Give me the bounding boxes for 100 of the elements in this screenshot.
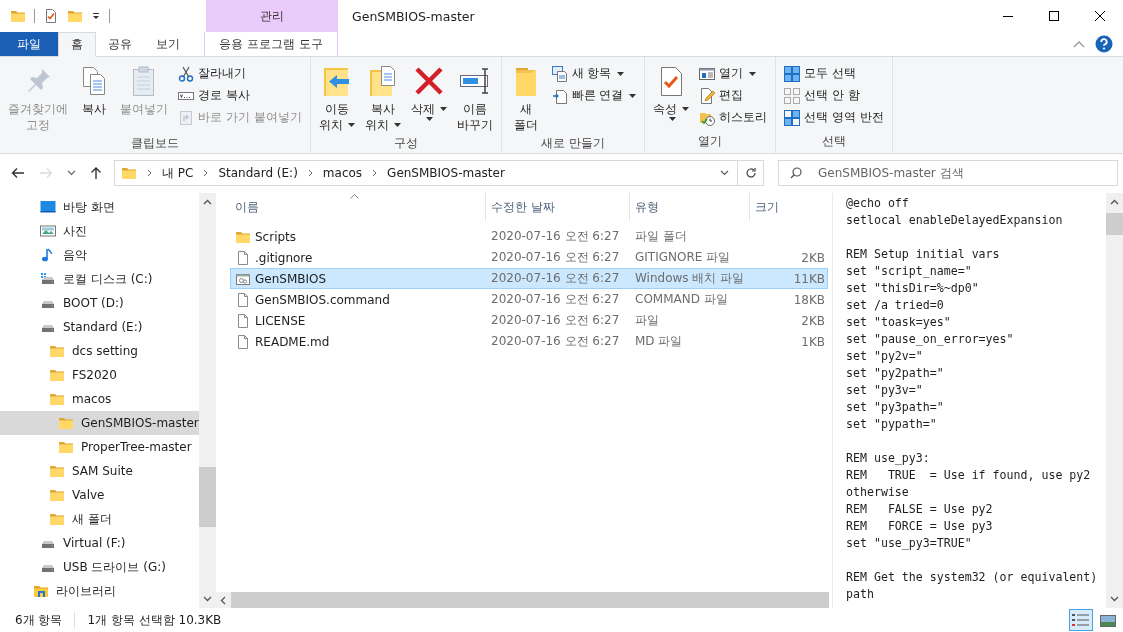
tree-item[interactable]: ProperTree-master <box>0 435 199 459</box>
breadcrumb[interactable]: macos <box>322 166 363 180</box>
file-row[interactable]: Scripts 2020-07-16 오전 6:27 파일 폴더 <box>230 226 828 247</box>
column-header[interactable]: 크기 <box>750 193 828 221</box>
view-button[interactable] <box>1069 609 1093 631</box>
ribbon-button[interactable]: 열기 <box>696 63 771 84</box>
column-header[interactable]: 이름 <box>230 193 486 221</box>
new-item-icon <box>551 65 568 82</box>
code-line: REM FALSE = Use py2 <box>846 501 994 518</box>
table-cell-text: 2020-07-16 오전 6:27 <box>490 312 621 329</box>
search-field[interactable]: GenSMBIOS-master 검색 <box>778 160 1118 186</box>
ribbon-button[interactable]: 이동 위치 <box>315 61 358 135</box>
tree-item[interactable]: Standard (E:) <box>0 315 199 339</box>
table-cell-text: 2KB <box>800 250 826 265</box>
ribbon-button[interactable]: 새 항목 <box>548 63 640 84</box>
tree-item[interactable]: SAM Suite <box>0 459 199 483</box>
ribbon-button[interactable]: 선택 안 함 <box>781 85 888 106</box>
sort-ascending-icon <box>350 194 359 199</box>
tree-item[interactable]: USB 드라이브 (G:) <box>0 555 199 579</box>
code-line: set "py3v=" <box>846 382 924 399</box>
table-cell-text: 2KB <box>800 313 826 328</box>
ribbon-tab[interactable]: 공유 <box>96 32 144 56</box>
ribbon-button[interactable]: 빠른 연결 <box>548 85 640 106</box>
tree-item[interactable]: GenSMBIOS-master <box>0 411 199 435</box>
properties-icon[interactable] <box>43 8 59 24</box>
ribbon-button[interactable]: 삭제 <box>407 61 450 135</box>
table-cell-text: 파일 폴더 <box>634 228 688 245</box>
tree-item[interactable]: 바탕 화면 <box>0 195 199 219</box>
ribbon-button[interactable]: 잘라내기 <box>175 63 305 84</box>
tree-item[interactable]: dcs setting <box>0 339 199 363</box>
tree-item[interactable]: BOOT (D:) <box>0 291 199 315</box>
scroll-left-icon[interactable] <box>220 595 226 605</box>
folder-icon <box>49 487 65 503</box>
ribbon-tab[interactable]: 홈 <box>58 32 96 57</box>
scroll-down-icon[interactable] <box>202 596 212 602</box>
item-count: 6개 항목 <box>0 611 76 629</box>
file-row[interactable]: GenSMBIOS 2020-07-16 오전 6:27 Windows 배치 파일 11KB <box>230 268 828 289</box>
scroll-down-icon[interactable] <box>1110 596 1119 602</box>
file-name: LICENSE <box>255 313 306 328</box>
tree-item[interactable]: 로컬 디스크 (C:) <box>0 267 199 291</box>
scrollbar-thumb[interactable] <box>198 467 216 527</box>
code-line: REM FORCE = Use py3 <box>846 518 994 535</box>
dropdown-icon[interactable] <box>91 11 101 21</box>
ribbon-button[interactable]: 이름 바꾸기 <box>453 61 496 135</box>
ribbon-tab[interactable]: 파일 <box>0 32 58 56</box>
ribbon-button[interactable]: 속성 <box>650 61 693 133</box>
collapse-ribbon-icon[interactable] <box>1073 40 1085 48</box>
scroll-up-icon[interactable] <box>1110 199 1119 205</box>
scrollbar[interactable] <box>1106 193 1123 608</box>
tree-item[interactable]: Valve <box>0 483 199 507</box>
up-arrow-icon <box>90 166 102 180</box>
breadcrumb[interactable]: Standard (E:) <box>218 166 298 180</box>
column-header[interactable]: 유형 <box>630 193 750 221</box>
scrollbar-thumb[interactable] <box>1106 213 1123 235</box>
ribbon-tab[interactable]: 보기 <box>144 32 192 56</box>
ribbon-button[interactable]: 모두 선택 <box>781 63 888 84</box>
file-icon <box>235 291 251 308</box>
picture-icon <box>40 223 56 239</box>
ribbon-button[interactable]: 경로 복사 <box>175 85 305 106</box>
chevron-down-icon[interactable] <box>720 170 729 176</box>
ribbon-button[interactable]: 복사 위치 <box>361 61 404 135</box>
tree-item[interactable]: 새 폴더 <box>0 507 199 531</box>
help-icon[interactable] <box>1095 35 1113 53</box>
code-line: set "thisDir=%~dp0" <box>846 280 980 297</box>
file-row[interactable]: LICENSE 2020-07-16 오전 6:27 파일 2KB <box>230 310 828 331</box>
ribbon-button[interactable]: 새 폴더 <box>506 61 545 135</box>
folder-icon <box>58 415 74 431</box>
code-line: set /a tried=0 <box>846 297 945 314</box>
tree-item[interactable]: 라이브러리 <box>0 579 199 603</box>
file-row[interactable]: .gitignore 2020-07-16 오전 6:27 GITIGNORE 파일 2KB <box>230 247 828 268</box>
scroll-up-icon[interactable] <box>202 199 212 205</box>
tree-item[interactable]: 음악 <box>0 243 199 267</box>
column-header[interactable]: 수정한 날짜 <box>486 193 630 221</box>
code-line: set "pypath=" <box>846 416 938 433</box>
maximize-icon <box>1049 11 1059 21</box>
tree-item[interactable]: 사진 <box>0 219 199 243</box>
window-title: GenSMBIOS-master <box>352 8 476 24</box>
breadcrumb[interactable]: 내 PC <box>162 164 194 182</box>
ribbon-button[interactable]: 선택 영역 반전 <box>781 107 888 128</box>
back-icon <box>11 167 25 179</box>
file-row[interactable]: GenSMBIOS.command 2020-07-16 오전 6:27 COMMAND 파일 18KB <box>230 289 828 310</box>
scrollbar[interactable] <box>198 193 216 608</box>
breadcrumb[interactable]: GenSMBIOS-master <box>387 166 505 180</box>
table-cell-text: 2020-07-16 오전 6:27 <box>490 228 621 245</box>
ribbon-tab[interactable]: 응용 프로그램 도구 <box>204 32 338 56</box>
file-name: Scripts <box>255 229 297 244</box>
file-row[interactable]: README.md 2020-07-16 오전 6:27 MD 파일 1KB <box>230 331 828 352</box>
table-cell-text: 2020-07-16 오전 6:27 <box>490 249 621 266</box>
tree-item[interactable]: macos <box>0 387 199 411</box>
tree-item[interactable]: Virtual (F:) <box>0 531 199 555</box>
ribbon-button[interactable]: 복사 <box>75 61 113 135</box>
code-line: set "py2path=" <box>846 365 945 382</box>
refresh-button[interactable] <box>738 160 764 186</box>
chevron-right-icon <box>372 169 378 177</box>
ribbon-button[interactable]: 편집 <box>696 85 771 106</box>
code-line: set "toask=yes" <box>846 314 952 331</box>
tree-item[interactable]: FS2020 <box>0 363 199 387</box>
address-bar[interactable]: 내 PC Standard (E:) macos GenSMBIOS-master <box>114 160 738 186</box>
ribbon-button[interactable]: 히스토리 <box>696 107 771 128</box>
selection-info: 1개 항목 선택함 10.3KB <box>86 611 222 629</box>
